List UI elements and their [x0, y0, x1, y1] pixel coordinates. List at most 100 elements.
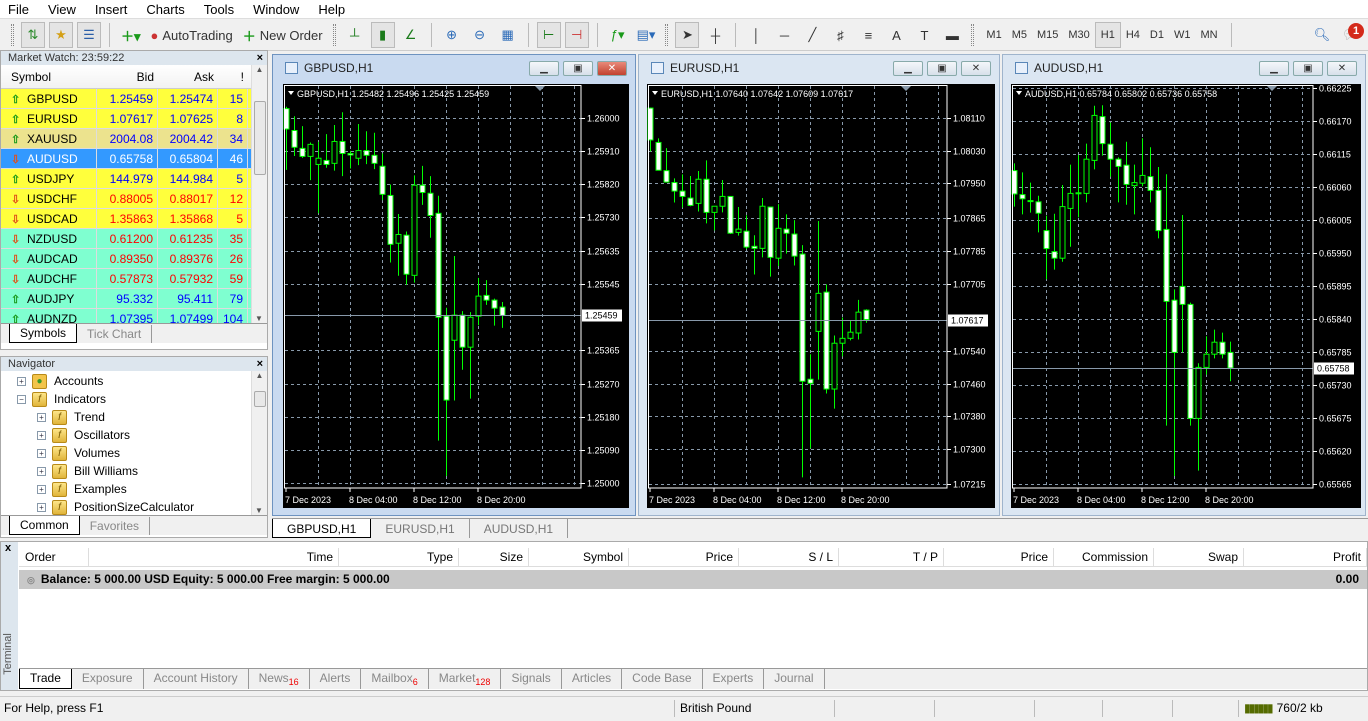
- terminal-button[interactable]: ☰: [77, 22, 101, 48]
- market-watch-scrollbar[interactable]: ▲ ▼: [251, 65, 267, 323]
- timeframe-m15[interactable]: M15: [1032, 22, 1063, 48]
- timeframe-mn[interactable]: MN: [1195, 22, 1222, 48]
- balance-row[interactable]: ◎ Balance: 5 000.00 USD Equity: 5 000.00 …: [19, 570, 1367, 589]
- column-header-profit[interactable]: Profit: [1244, 548, 1367, 566]
- navigator-item-positionsizecalculator[interactable]: + f PositionSizeCalculator: [1, 498, 267, 515]
- column-header[interactable]: !: [218, 70, 248, 84]
- minimize-button[interactable]: ▁: [1259, 61, 1289, 76]
- tab-journal[interactable]: Journal: [764, 669, 825, 689]
- tab-account-history[interactable]: Account History: [144, 669, 249, 689]
- market-watch-row[interactable]: ⇩ AUDCAD 0.89350 0.89376 26: [1, 248, 267, 269]
- tab-mailbox[interactable]: Mailbox6: [361, 669, 429, 689]
- market-watch-row[interactable]: ⇩ USDCHF 0.88005 0.88017 12: [1, 188, 267, 209]
- column-header-commission[interactable]: Commission: [1054, 548, 1154, 566]
- tab-common[interactable]: Common: [9, 516, 80, 535]
- chart-canvas[interactable]: 0.66225 0.66170 0.66115 0.66060 0.66005 0.659…: [1011, 84, 1361, 508]
- chart-tab-gbpusd[interactable]: GBPUSD,H1: [272, 519, 372, 538]
- timeframe-d1[interactable]: D1: [1145, 22, 1169, 48]
- tab-favorites[interactable]: Favorites: [80, 517, 151, 535]
- search-icon[interactable]: 🔍︎: [1310, 22, 1334, 48]
- tab-market[interactable]: Market128: [429, 669, 502, 689]
- timeframe-w1[interactable]: W1: [1169, 22, 1196, 48]
- navigator-item-trend[interactable]: + f Trend: [1, 408, 267, 426]
- menu-charts[interactable]: Charts: [146, 2, 184, 17]
- column-header-swap[interactable]: Swap: [1154, 548, 1244, 566]
- cursor-tool[interactable]: ➤: [675, 22, 700, 48]
- column-header[interactable]: Ask: [158, 70, 218, 84]
- column-header-price[interactable]: Price: [944, 548, 1054, 566]
- market-watch-row[interactable]: ⇧ USDJPY 144.979 144.984 5: [1, 168, 267, 189]
- market-watch-row[interactable]: ⇧ AUDJPY 95.332 95.411 79: [1, 288, 267, 309]
- chart-tab-audusd[interactable]: AUDUSD,H1: [470, 519, 569, 538]
- column-header-symbol[interactable]: Symbol: [529, 548, 629, 566]
- column-header-sl[interactable]: S / L: [739, 548, 839, 566]
- timeframe-m30[interactable]: M30: [1063, 22, 1094, 48]
- text-tool[interactable]: A: [884, 22, 908, 48]
- market-watch-row[interactable]: ⇧ EURUSD 1.07617 1.07625 8: [1, 108, 267, 129]
- vertical-line-tool[interactable]: │: [744, 22, 768, 48]
- bar-chart-button[interactable]: ┴: [343, 22, 367, 48]
- market-watch-row[interactable]: ⇩ NZDUSD 0.61200 0.61235 35: [1, 228, 267, 249]
- tab-code-base[interactable]: Code Base: [622, 669, 703, 689]
- market-watch-button[interactable]: ⇅: [21, 22, 45, 48]
- tab-signals[interactable]: Signals: [501, 669, 562, 689]
- autoscroll-button[interactable]: ⊢: [536, 22, 561, 48]
- close-icon[interactable]: ×: [257, 357, 263, 371]
- market-watch-row[interactable]: ⇧ XAUUSD 2004.08 2004.42 34: [1, 128, 267, 149]
- column-header[interactable]: Bid: [97, 70, 158, 84]
- zoom-in-icon[interactable]: ⊕: [440, 22, 464, 48]
- tab-symbols[interactable]: Symbols: [9, 324, 78, 343]
- column-header-order[interactable]: Order: [19, 548, 89, 566]
- chart-canvas[interactable]: 1.08110 1.08030 1.07950 1.07865 1.07785 1.077…: [647, 84, 995, 508]
- market-watch-row[interactable]: ⇩ AUDCHF 0.57873 0.57932 59: [1, 268, 267, 289]
- navigator-button[interactable]: ★: [49, 22, 73, 48]
- timeframe-m5[interactable]: M5: [1007, 22, 1032, 48]
- expand-icon[interactable]: +: [37, 430, 46, 440]
- tab-tick-chart[interactable]: Tick Chart: [77, 325, 153, 343]
- autotrading-button[interactable]: ● AutoTrading: [148, 22, 236, 48]
- navigator-item-volumes[interactable]: + f Volumes: [1, 444, 267, 462]
- maximize-button[interactable]: ▣: [563, 61, 593, 76]
- timeframe-h4[interactable]: H4: [1121, 22, 1145, 48]
- expand-icon[interactable]: +: [37, 448, 46, 458]
- menu-view[interactable]: View: [48, 2, 76, 17]
- timeframe-h1[interactable]: H1: [1094, 22, 1121, 48]
- connection-status[interactable]: ▮▮▮▮▮▮ 760/2 kb: [1238, 700, 1363, 717]
- expand-icon[interactable]: +: [37, 412, 46, 422]
- chart-shift-button[interactable]: ⊣: [564, 22, 589, 48]
- expand-icon[interactable]: +: [37, 484, 46, 494]
- market-watch-row[interactable]: ⇧ GBPUSD 1.25459 1.25474 15: [1, 88, 267, 109]
- trendline-tool[interactable]: ╱: [800, 22, 824, 48]
- close-button[interactable]: ✕: [597, 61, 627, 76]
- market-watch-row[interactable]: ⇩ USDCAD 1.35863 1.35868 5: [1, 208, 267, 229]
- tab-exposure[interactable]: Exposure: [72, 669, 144, 689]
- new-chart-button[interactable]: ＋▾: [118, 22, 144, 48]
- close-icon[interactable]: x: [1, 542, 18, 554]
- candlestick-chart-button[interactable]: ▮: [370, 22, 395, 48]
- column-header-type[interactable]: Type: [339, 548, 459, 566]
- minimize-button[interactable]: ▁: [893, 61, 923, 76]
- maximize-button[interactable]: ▣: [927, 61, 957, 76]
- expand-icon[interactable]: +: [17, 376, 26, 386]
- minimize-button[interactable]: ▁: [529, 61, 559, 76]
- horizontal-line-tool[interactable]: ─: [772, 22, 796, 48]
- menu-insert[interactable]: Insert: [95, 2, 128, 17]
- close-button[interactable]: ✕: [1327, 61, 1357, 76]
- menu-help[interactable]: Help: [318, 2, 345, 17]
- notifications-button[interactable]: 💬︎1: [1338, 22, 1364, 48]
- market-watch-row[interactable]: ⇩ AUDUSD 0.65758 0.65804 46: [1, 148, 267, 169]
- tab-news[interactable]: News16: [249, 669, 310, 689]
- fibonacci-tool[interactable]: ≡: [856, 22, 880, 48]
- tile-windows-icon[interactable]: ▦: [496, 22, 520, 48]
- navigator-item-examples[interactable]: + f Examples: [1, 480, 267, 498]
- column-header-size[interactable]: Size: [459, 548, 529, 566]
- column-header-time[interactable]: Time: [89, 548, 339, 566]
- tab-articles[interactable]: Articles: [562, 669, 623, 689]
- tab-alerts[interactable]: Alerts: [310, 669, 362, 689]
- new-order-button[interactable]: ＋ New Order: [240, 22, 326, 48]
- navigator-item-indicators[interactable]: − f Indicators: [1, 390, 267, 408]
- column-header[interactable]: Symbol: [1, 70, 97, 84]
- equidistant-channel-tool[interactable]: ♯: [828, 22, 852, 48]
- menu-window[interactable]: Window: [253, 2, 299, 17]
- collapse-icon[interactable]: −: [17, 394, 26, 404]
